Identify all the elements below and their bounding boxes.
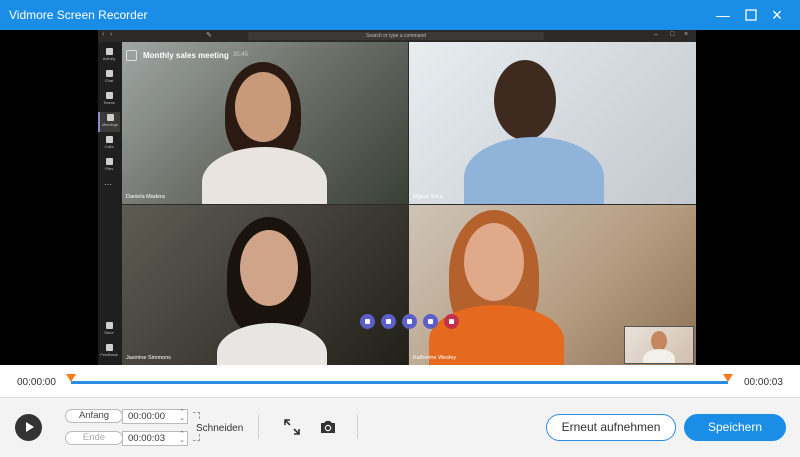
stepper-icon[interactable]: ⌃ ⌄ (179, 409, 185, 422)
meeting-icon (126, 50, 137, 61)
self-face (651, 331, 667, 351)
bracket-icon (193, 412, 200, 419)
teams-maximize-icon: □ (670, 31, 675, 38)
camera-snapshot-icon[interactable] (319, 419, 335, 435)
end-time-field[interactable]: 00:00:03 ⌃ ⌄ (122, 431, 188, 446)
trim-start-handle[interactable] (66, 374, 76, 382)
rail-teams: Teams (98, 90, 120, 110)
camera-icon (360, 314, 375, 329)
cut-button[interactable]: Schneiden (196, 423, 243, 434)
start-time-value: 00:00:00 (128, 411, 165, 422)
teams-search: Search or type a command (248, 32, 544, 40)
timeline-track[interactable] (71, 381, 728, 384)
play-button[interactable] (15, 414, 42, 441)
save-button[interactable]: Speichern (684, 414, 786, 441)
minimize-icon[interactable]: — (713, 5, 733, 25)
end-time-value: 00:00:03 (128, 433, 165, 444)
back-icon: ‹ (102, 31, 105, 38)
teams-minimize-icon: – (654, 31, 658, 38)
control-bar: Anfang 00:00:00 ⌃ ⌄ Ende 00:00:03 ⌃ ⌄ Schn… (0, 397, 800, 457)
more-options-icon (423, 314, 438, 329)
maximize-icon[interactable] (741, 5, 761, 25)
participant-tile: Jasmine Simmons (122, 205, 408, 365)
start-time-field[interactable]: 00:00:00 ⌃ ⌄ (122, 409, 188, 424)
timeline: 00:00:00 00:00:03 (0, 365, 800, 397)
participant-face (235, 72, 291, 142)
timeline-start-time: 00:00:00 (17, 377, 56, 388)
trim-end-handle[interactable] (723, 374, 733, 382)
meeting-grid: Daniela Madera Monthly sales meeting 35:… (122, 42, 696, 365)
participant-face (494, 60, 556, 140)
self-body (643, 349, 675, 363)
chat-icon (105, 70, 113, 77)
participant-body (217, 323, 327, 365)
rail-files: Files (98, 156, 120, 176)
teams-topbar: ‹ › ✎ Search or type a command – □ × (98, 30, 696, 42)
participant-tile: Miguel Silva (409, 42, 696, 204)
self-view (624, 326, 694, 364)
hang-up-icon (444, 314, 459, 329)
teams-close-icon: × (684, 31, 689, 38)
participant-body (202, 147, 327, 204)
file-icon (105, 158, 113, 165)
participant-face (240, 230, 298, 306)
meeting-timer: 35:45 (233, 52, 249, 58)
stepper-icon[interactable]: ⌃ ⌄ (179, 431, 185, 444)
rail-meetings: Meetings (98, 112, 120, 132)
participant-body (464, 137, 604, 204)
meeting-header: Monthly sales meeting 35:45 (122, 42, 408, 70)
teams-icon (105, 92, 113, 99)
end-label[interactable]: Ende (65, 431, 123, 445)
participant-name: Katherine Wesley (413, 355, 457, 361)
share-screen-icon (402, 314, 417, 329)
mic-off-icon (381, 314, 396, 329)
meeting-title: Monthly sales meeting (143, 51, 229, 60)
compose-icon: ✎ (206, 32, 212, 39)
feedback-icon (105, 344, 113, 351)
participant-face (464, 223, 524, 301)
bell-icon (105, 48, 113, 55)
rail-chat: Chat (98, 68, 120, 88)
re-record-button[interactable]: Erneut aufnehmen (546, 414, 676, 441)
recording-preview: ‹ › ✎ Search or type a command – □ × Act… (0, 30, 800, 365)
title-bar: Vidmore Screen Recorder — × (0, 0, 800, 30)
rail-feedback: Feedback (98, 342, 120, 362)
close-icon[interactable]: × (767, 5, 787, 25)
participant-name: Jasmine Simmons (126, 355, 171, 361)
divider (258, 415, 259, 439)
store-icon (105, 322, 113, 329)
teams-rail: Activity Chat Teams Meetings Calls Files… (98, 42, 120, 365)
rail-calls: Calls (98, 134, 120, 154)
forward-icon: › (110, 31, 113, 38)
fullscreen-icon[interactable] (284, 419, 300, 435)
rail-store: Store (98, 320, 120, 340)
timeline-end-time: 00:00:03 (744, 377, 783, 388)
bracket-icon (193, 434, 200, 441)
teams-window: ‹ › ✎ Search or type a command – □ × Act… (98, 30, 696, 365)
phone-icon (105, 136, 113, 143)
rail-activity: Activity (98, 46, 120, 66)
participant-name: Miguel Silva (413, 194, 443, 200)
calendar-icon (106, 114, 114, 121)
divider (357, 415, 358, 439)
start-label[interactable]: Anfang (65, 409, 123, 423)
app-title: Vidmore Screen Recorder (9, 8, 148, 22)
participant-name: Daniela Madera (126, 194, 165, 200)
more-icon: ⋯ (104, 180, 112, 189)
